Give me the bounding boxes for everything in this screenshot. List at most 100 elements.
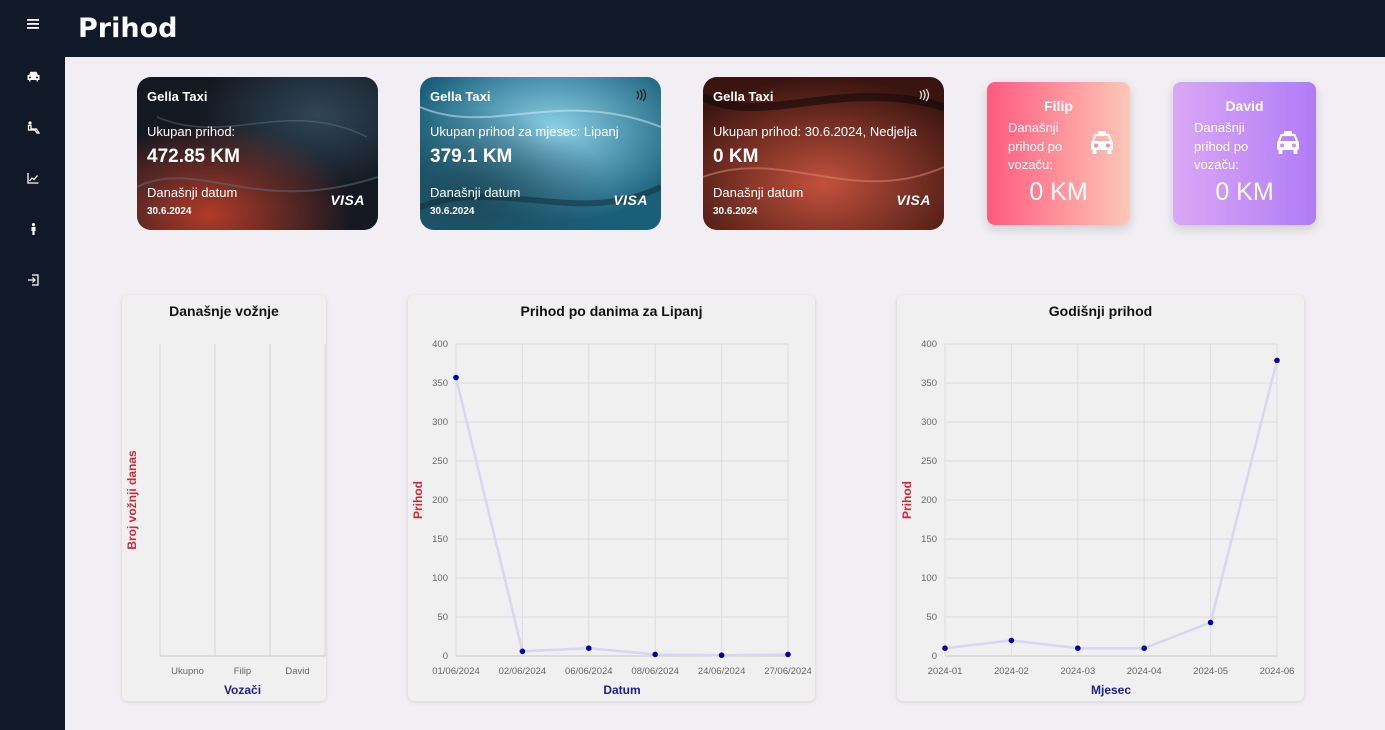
x-axis-title: Vozači <box>224 683 261 697</box>
driver-name: David <box>1225 98 1264 114</box>
x-axis-title: Datum <box>603 683 640 697</box>
topbar: Prihod <box>65 0 1385 57</box>
driver-income-label: Današnji prihod po vozaču: <box>1194 120 1249 172</box>
y-tick-label: 300 <box>921 417 937 428</box>
x-tick-label: David <box>285 666 309 677</box>
x-tick-label: 2024-04 <box>1127 666 1162 677</box>
x-tick-label: 08/06/2024 <box>631 666 679 677</box>
y-tick-label: 0 <box>443 651 448 662</box>
data-point <box>785 651 791 658</box>
y-tick-label: 50 <box>926 612 937 623</box>
y-tick-label: 200 <box>432 495 448 506</box>
driver-card-filip: Filip Današnji prihod po vozaču: 0 KM <box>987 82 1130 225</box>
x-tick-label: Filip <box>234 666 251 677</box>
daily-income-svg: 0 50 100 150 200 250 300 350 400 01/06/2024 02/06/… <box>411 339 812 697</box>
card-amount: 472.85 KM <box>147 146 240 167</box>
y-tick-label: 100 <box>432 573 448 584</box>
driver-income-value: 0 KM <box>1215 178 1274 206</box>
x-tick-label: 2024-03 <box>1060 666 1095 677</box>
visa-logo: VISA <box>896 192 931 208</box>
card-date: 30.6.2024 <box>713 206 758 217</box>
yearly-income-svg: 0 50 100 150 200 250 300 350 400 2024-01 2024-02 20… <box>900 339 1295 697</box>
taxi-icon <box>1091 131 1113 154</box>
chart-line-icon[interactable] <box>22 167 44 189</box>
data-point <box>718 652 725 659</box>
y-tick-label: 150 <box>432 534 448 545</box>
x-tick-label: 02/06/2024 <box>499 666 547 677</box>
card-date-label: Današnji datum <box>713 185 804 200</box>
card-brand: Gella Taxi <box>713 89 774 104</box>
visa-logo: VISA <box>613 192 648 208</box>
card-date-label: Današnji datum <box>147 185 238 200</box>
x-axis-title: Mjesec <box>1091 683 1131 697</box>
total-income-card: Gella Taxi Ukupan prihod: 472.85 KM Dana… <box>137 77 378 230</box>
card-date: 30.6.2024 <box>147 206 192 217</box>
car-icon[interactable] <box>22 65 44 87</box>
data-point <box>453 374 459 381</box>
data-point <box>519 648 526 655</box>
y-tick-label: 250 <box>432 456 448 467</box>
y-tick-label: 400 <box>432 339 448 350</box>
x-tick-label: 2024-02 <box>994 666 1029 677</box>
menu-icon[interactable] <box>22 13 44 35</box>
x-tick-label: Ukupno <box>171 666 204 677</box>
card-label: Ukupan prihod: <box>147 124 236 139</box>
series-line <box>454 377 789 657</box>
rides-today-chart: Današnje vožnje Ukupno Filip David Vozači Br… <box>122 295 326 701</box>
x-tick-label: 27/06/2024 <box>764 666 812 677</box>
driver-income-value: 0 KM <box>1029 178 1088 206</box>
contactless-icon <box>919 88 930 102</box>
data-point <box>1008 637 1015 644</box>
data-point <box>652 651 658 658</box>
y-tick-label: 300 <box>432 417 448 428</box>
data-point <box>1207 619 1214 626</box>
y-axis-title: Prihod <box>900 481 914 519</box>
data-point <box>942 645 948 651</box>
x-tick-label: 2024-01 <box>928 666 963 677</box>
sidebar <box>0 0 65 730</box>
y-tick-label: 100 <box>921 573 937 584</box>
logout-icon[interactable] <box>22 269 44 291</box>
card-amount: 379.1 KM <box>430 146 513 167</box>
card-label: Ukupan prihod: 30.6.2024, Nedjelja <box>713 124 917 139</box>
y-tick-label: 0 <box>932 651 937 662</box>
daily-income-chart: Prihod po danima za Lipanj 0 50 100 150 200 2… <box>408 295 815 701</box>
y-tick-label: 150 <box>921 534 937 545</box>
contactless-icon <box>636 88 647 102</box>
driver-name: Filip <box>1044 98 1073 114</box>
monthly-income-card: Gella Taxi Ukupan prihod za mjesec: Lipa… <box>420 77 661 230</box>
y-tick-label: 50 <box>437 612 448 623</box>
driver-seat-icon[interactable] <box>22 116 44 138</box>
card-date: 30.6.2024 <box>430 206 475 217</box>
y-tick-label: 250 <box>921 456 937 467</box>
y-axis-title: Prihod <box>411 481 425 519</box>
x-tick-label: 06/06/2024 <box>565 666 613 677</box>
driver-income-label: Današnji prihod po vozaču: <box>1008 120 1063 172</box>
data-point <box>1075 645 1081 651</box>
y-tick-label: 400 <box>921 339 937 350</box>
y-tick-label: 200 <box>921 495 937 506</box>
card-brand: Gella Taxi <box>147 89 208 104</box>
driver-card-david: David Današnji prihod po vozaču: 0 KM <box>1173 82 1316 225</box>
y-tick-label: 350 <box>921 378 937 389</box>
card-date-label: Današnji datum <box>430 185 521 200</box>
y-tick-label: 350 <box>432 378 448 389</box>
x-tick-label: 01/06/2024 <box>432 666 480 677</box>
card-brand: Gella Taxi <box>430 89 491 104</box>
rides-today-svg: Ukupno Filip David Vozači Broj vožnji danas <box>125 344 326 697</box>
taxi-icon <box>1277 131 1299 154</box>
data-point <box>1274 357 1280 364</box>
y-axis-title: Broj vožnji danas <box>125 450 139 550</box>
person-icon[interactable] <box>22 218 44 240</box>
yearly-income-chart: Godišnji prihod 0 50 100 150 200 250 300 350 400… <box>897 295 1304 701</box>
x-tick-label: 24/06/2024 <box>698 666 746 677</box>
series-line <box>944 360 1279 650</box>
card-label: Ukupan prihod za mjesec: Lipanj <box>430 124 619 139</box>
card-amount: 0 KM <box>713 146 759 167</box>
data-point <box>586 645 592 651</box>
data-point <box>1141 645 1147 651</box>
visa-logo: VISA <box>330 192 365 208</box>
daily-income-card: Gella Taxi Ukupan prihod: 30.6.2024, Ned… <box>703 77 944 230</box>
x-tick-label: 2024-06 <box>1260 666 1295 677</box>
x-tick-label: 2024-05 <box>1193 666 1228 677</box>
